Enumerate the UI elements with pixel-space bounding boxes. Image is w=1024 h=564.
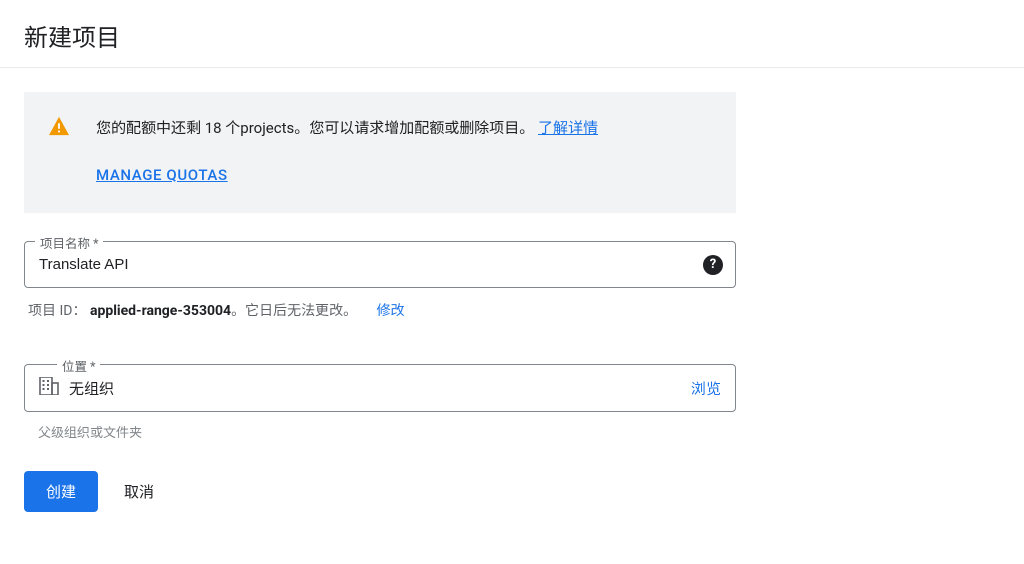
location-label: 位置 * xyxy=(57,356,100,375)
location-value: 无组织 xyxy=(69,378,681,399)
project-id-note: 。它日后无法更改。 xyxy=(231,303,357,319)
warning-icon xyxy=(48,116,70,140)
action-buttons: 创建 取消 xyxy=(24,471,736,512)
location-helper: 父级组织或文件夹 xyxy=(24,422,736,441)
dialog-header: 新建项目 xyxy=(0,0,1024,68)
manage-quotas-link[interactable]: MANAGE QUOTAS xyxy=(96,161,228,190)
create-button[interactable]: 创建 xyxy=(24,471,98,512)
edit-project-id-link[interactable]: 修改 xyxy=(377,303,405,319)
project-id-value: applied-range-353004 xyxy=(90,303,231,319)
alert-body: 您的配额中还剩 18 个projects。您可以请求增加配额或删除项目。 了解详… xyxy=(96,114,598,189)
page-title: 新建项目 xyxy=(24,18,1000,53)
cancel-button[interactable]: 取消 xyxy=(118,471,160,512)
browse-button[interactable]: 浏览 xyxy=(691,378,721,399)
help-icon[interactable]: ? xyxy=(703,255,723,275)
project-name-input[interactable] xyxy=(39,256,691,273)
project-id-label: 项目 ID： xyxy=(28,303,86,319)
organization-icon xyxy=(39,377,59,399)
alert-text: 您的配额中还剩 18 个projects。您可以请求增加配额或删除项目。 xyxy=(96,119,534,137)
project-name-label: 项目名称 * xyxy=(35,233,103,252)
project-name-field: 项目名称 * ? 项目 ID： applied-range-353004。它日后… xyxy=(24,241,736,320)
project-id-hint: 项目 ID： applied-range-353004。它日后无法更改。 修改 xyxy=(24,300,736,320)
quota-alert: 您的配额中还剩 18 个projects。您可以请求增加配额或删除项目。 了解详… xyxy=(24,92,736,213)
project-name-input-wrap[interactable]: 项目名称 * ? xyxy=(24,241,736,288)
location-field: 位置 * 无组织 浏览 父级组织或文件夹 xyxy=(24,364,736,441)
learn-more-link[interactable]: 了解详情 xyxy=(538,119,598,137)
location-input-wrap[interactable]: 位置 * 无组织 浏览 xyxy=(24,364,736,412)
dialog-content: 您的配额中还剩 18 个projects。您可以请求增加配额或删除项目。 了解详… xyxy=(0,68,760,536)
